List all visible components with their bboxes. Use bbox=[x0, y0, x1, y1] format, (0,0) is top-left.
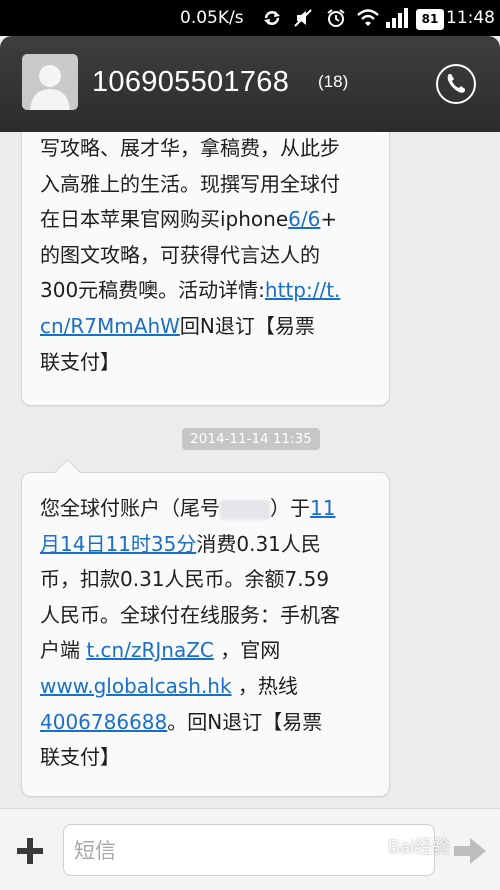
compose-bar: Bai经验 bbox=[0, 808, 500, 890]
message-text-segment: ）于 bbox=[270, 496, 310, 520]
message-line: 联支付】 bbox=[40, 740, 389, 776]
message-link[interactable]: 11 bbox=[310, 496, 335, 520]
message-text-segment: 写攻略、展才华，拿稿费，从此步 bbox=[40, 136, 340, 160]
message-line: 币，扣款0.31人民币。余额7.59 bbox=[40, 562, 389, 598]
message-line: 写攻略、展才华，拿稿费，从此步 bbox=[40, 132, 389, 167]
message-bubble[interactable]: 您全球付账户（尾号 ）于11 月14日11时35分消费0.31人民币，扣款0.31人… bbox=[21, 459, 390, 797]
message-link[interactable]: t.cn/zRJnaZC bbox=[86, 638, 214, 662]
send-icon[interactable] bbox=[452, 835, 488, 867]
masked-card-number bbox=[220, 499, 270, 520]
contact-number: 106905501768 bbox=[92, 66, 290, 98]
message-line: 您全球付账户（尾号 ）于11 bbox=[40, 491, 389, 527]
message-line: 户端 t.cn/zRJnaZC ，官网 bbox=[40, 633, 389, 669]
message-line: 300元稿费噢。活动详情:http://t. bbox=[40, 273, 389, 309]
message-text-segment: 币，扣款0.31人民币。余额7.59 bbox=[40, 567, 330, 592]
message-link[interactable]: 月14日11时35分 bbox=[40, 532, 196, 556]
watermark: Bai经验 bbox=[388, 837, 451, 857]
status-bar: 0.05K/s 81 11:48 bbox=[0, 0, 500, 36]
message-timestamp: 2014-11-14 11:35 bbox=[182, 428, 320, 450]
message-list: 写攻略、展才华，拿稿费，从此步 入高雅上的生活。现撰写用全球付 在日本苹果官网购买i… bbox=[0, 132, 500, 808]
message-text-segment: 回N退订【易票 bbox=[179, 313, 315, 338]
message-line: 4006786688。回N退订【易票 bbox=[40, 705, 389, 741]
message-text-segment: 联支付】 bbox=[40, 745, 120, 770]
conversation-header: 106905501768 (18) bbox=[0, 36, 500, 132]
call-button[interactable] bbox=[436, 64, 476, 104]
network-speed: 0.05K/s bbox=[180, 8, 244, 28]
message-line: www.globalcash.hk ，热线 bbox=[40, 669, 389, 705]
message-line: 人民币。全球付在线服务：手机客 bbox=[40, 598, 389, 634]
message-line: 在日本苹果官网购买iphone6/6+ bbox=[40, 202, 389, 238]
message-text-segment: + bbox=[320, 207, 338, 232]
message-text-segment: 。回N退订【易票 bbox=[167, 709, 323, 734]
message-text-segment: 人民币。全球付在线服务：手机客 bbox=[40, 602, 340, 627]
phone-icon bbox=[447, 74, 465, 93]
message-link[interactable]: 6/6 bbox=[288, 207, 320, 231]
message-text-segment: ，热线 bbox=[231, 673, 298, 698]
message-text-segment: 300元稿费噢。活动详情: bbox=[40, 278, 265, 303]
battery-icon: 81 bbox=[416, 9, 444, 30]
message-bubble[interactable]: 写攻略、展才华，拿稿费，从此步 入高雅上的生活。现撰写用全球付 在日本苹果官网购买i… bbox=[21, 132, 390, 406]
message-input-box[interactable] bbox=[63, 824, 435, 876]
message-text: 您全球付账户（尾号 ）于11 月14日11时35分消费0.31人民币，扣款0.31人… bbox=[40, 473, 389, 776]
message-text-segment: ，官网 bbox=[213, 638, 281, 663]
message-text-segment: 入高雅上的生活。现撰写用全球付 bbox=[40, 171, 340, 196]
add-icon[interactable] bbox=[14, 835, 46, 867]
message-link[interactable]: www.globalcash.hk bbox=[40, 674, 232, 698]
mute-icon bbox=[294, 9, 312, 27]
message-text: 写攻略、展才华，拿稿费，从此步 入高雅上的生活。现撰写用全球付 在日本苹果官网购买i… bbox=[40, 132, 389, 380]
message-count: (18) bbox=[318, 72, 349, 91]
alarm-icon bbox=[327, 9, 345, 27]
message-text-segment: 联支付】 bbox=[40, 349, 120, 374]
message-link[interactable]: cn/R7MmAhW bbox=[40, 314, 180, 338]
message-line: 月14日11时35分消费0.31人民 bbox=[40, 527, 389, 563]
message-text-segment: 您全球付账户（尾号 bbox=[40, 496, 220, 520]
message-line: 联支付】 bbox=[40, 345, 389, 381]
message-text-segment: 户端 bbox=[40, 638, 87, 663]
status-time: 11:48 bbox=[446, 8, 495, 28]
message-line: 的图文攻略，可获得代言达人的 bbox=[40, 238, 389, 274]
message-input[interactable] bbox=[72, 835, 426, 867]
signal-icon bbox=[386, 8, 408, 28]
message-line: cn/R7MmAhW回N退订【易票 bbox=[40, 309, 389, 345]
message-text-segment: 消费0.31人民 bbox=[196, 531, 321, 556]
avatar-icon[interactable] bbox=[22, 54, 78, 110]
message-link[interactable]: 4006786688 bbox=[40, 710, 167, 734]
message-line: 入高雅上的生活。现撰写用全球付 bbox=[40, 167, 389, 203]
message-link[interactable]: http://t. bbox=[265, 278, 340, 302]
message-text-segment: 在日本苹果官网购买iphone bbox=[40, 207, 289, 232]
wifi-icon bbox=[357, 9, 379, 26]
sync-icon bbox=[264, 11, 280, 25]
message-text-segment: 的图文攻略，可获得代言达人的 bbox=[40, 242, 320, 267]
